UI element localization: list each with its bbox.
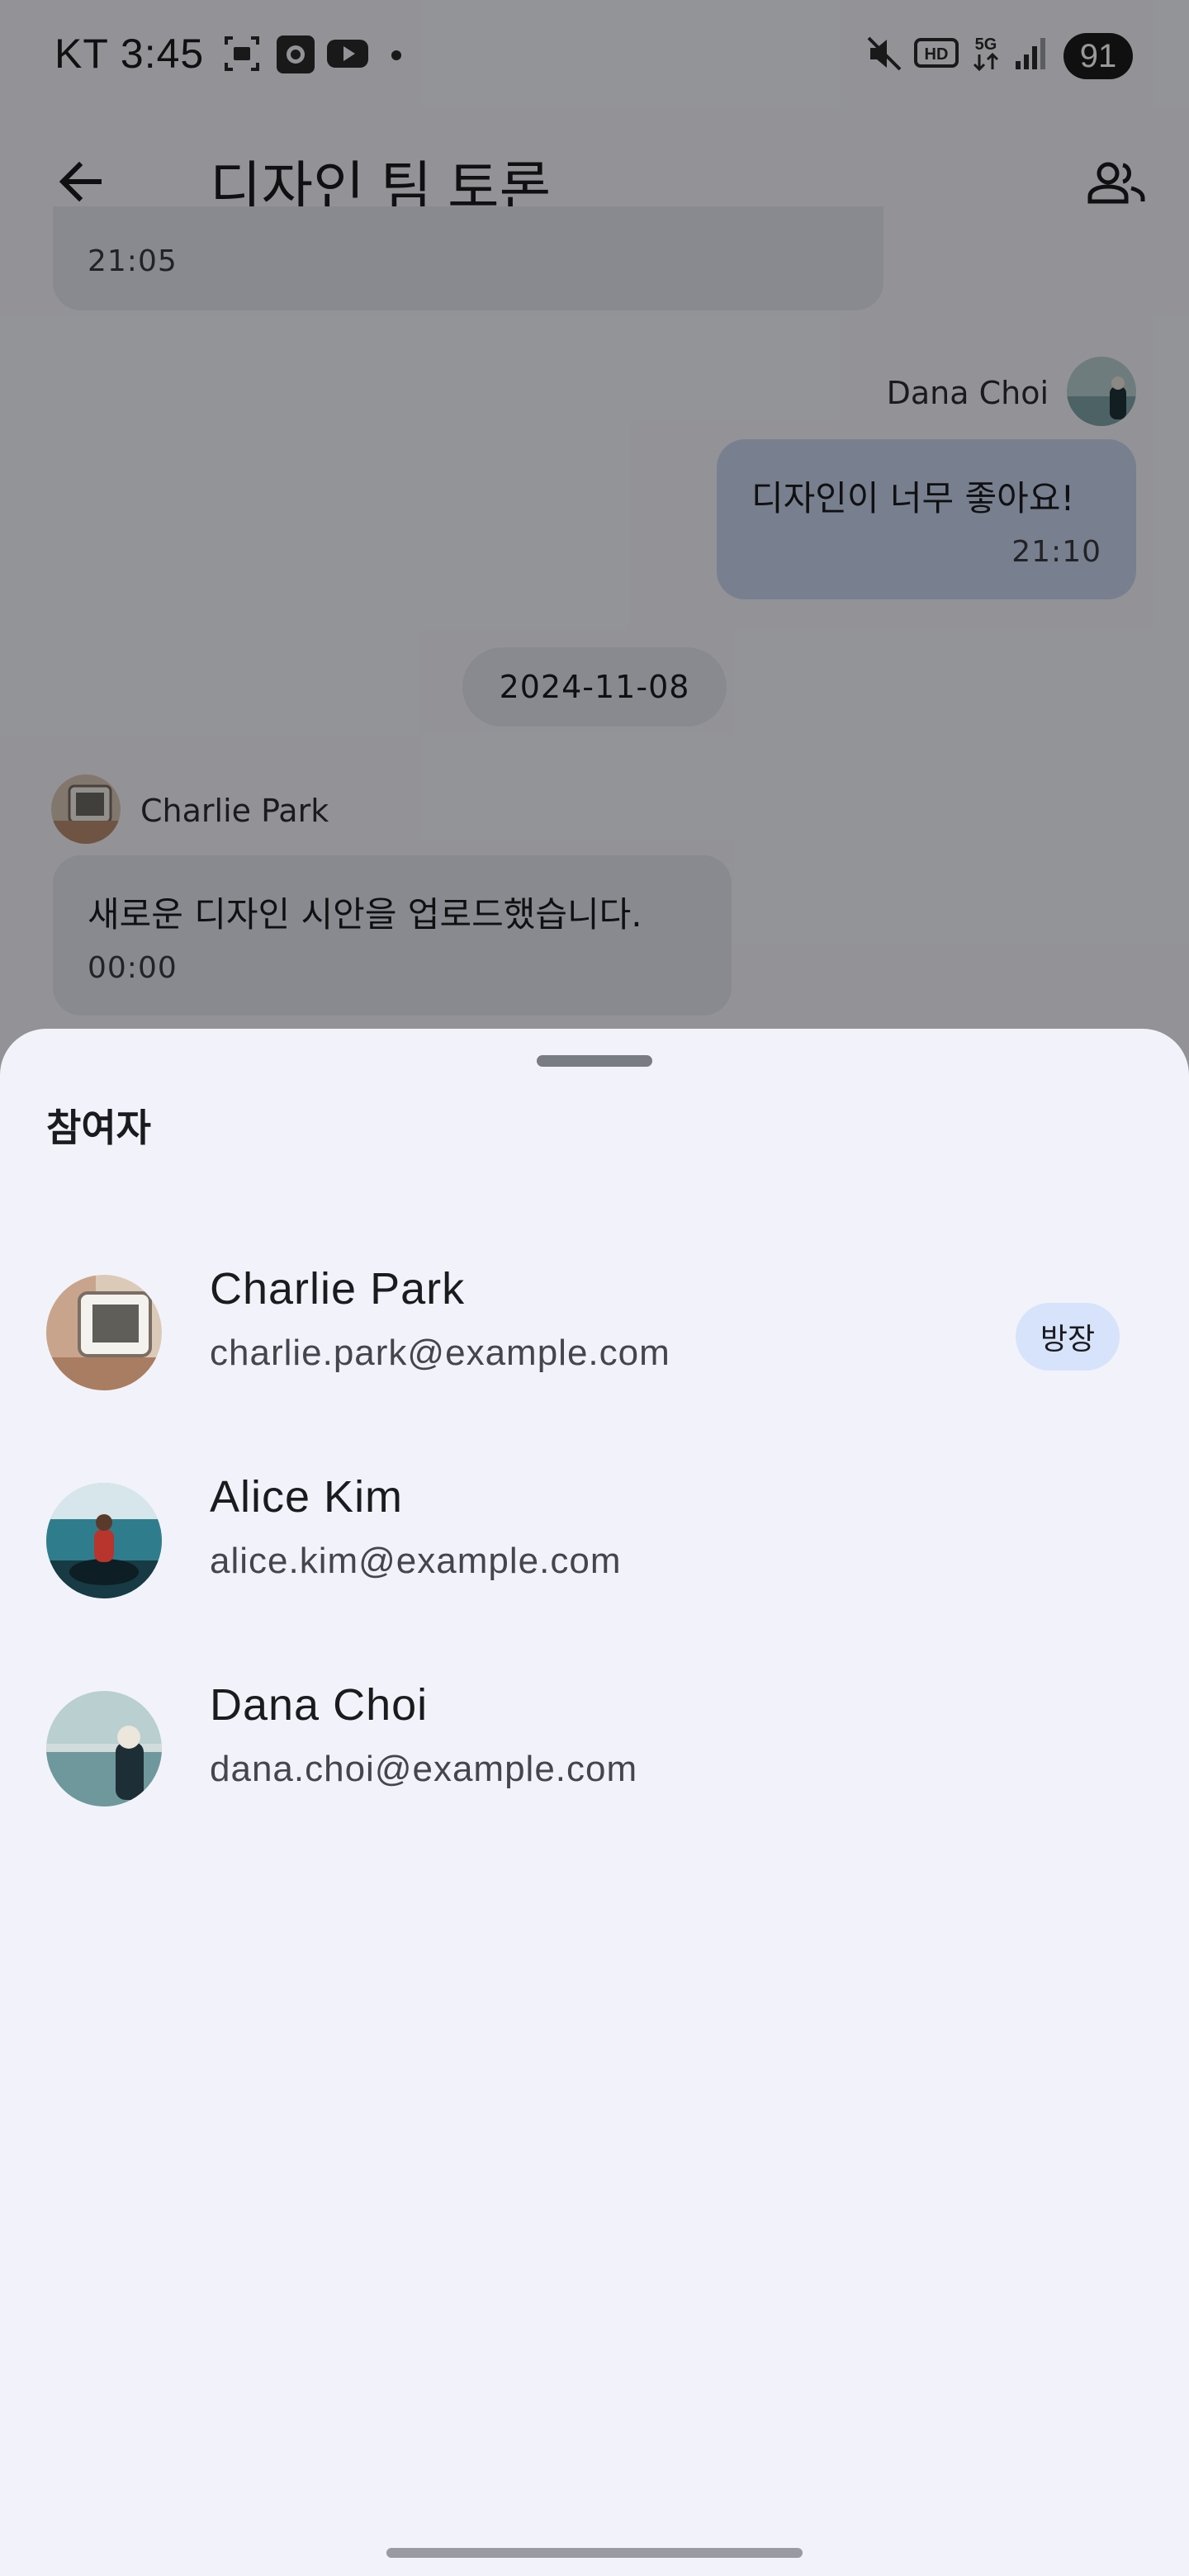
participant-email: alice.kim@example.com: [210, 1541, 622, 1581]
avatar: [46, 1483, 162, 1598]
participant-email: dana.choi@example.com: [210, 1749, 638, 1789]
participant-item-dana[interactable]: Dana Choi dana.choi@example.com: [0, 1643, 1189, 1851]
participants-sheet: 참여자 Charlie Park charlie.park@example.co…: [0, 1029, 1189, 2576]
charlie-avatar-image: [46, 1275, 162, 1390]
drag-handle[interactable]: [537, 1055, 652, 1067]
home-indicator[interactable]: [386, 2548, 803, 2558]
owner-badge: 방장: [1016, 1303, 1120, 1371]
participant-email: charlie.park@example.com: [210, 1333, 670, 1373]
participant-name: Dana Choi: [210, 1680, 429, 1730]
dana-avatar-image: [46, 1691, 162, 1807]
screen: KT 3:45 HD 5G 91 디자인 팀 토론 21:05 Dana Cho…: [0, 0, 1189, 2576]
alice-avatar-image: [46, 1483, 162, 1598]
avatar: [46, 1275, 162, 1390]
participant-item-charlie[interactable]: Charlie Park charlie.park@example.com 방장: [0, 1227, 1189, 1435]
participant-name: Charlie Park: [210, 1264, 466, 1314]
participant-name: Alice Kim: [210, 1472, 404, 1522]
participant-item-alice[interactable]: Alice Kim alice.kim@example.com: [0, 1435, 1189, 1643]
sheet-title: 참여자: [46, 1106, 151, 1150]
avatar: [46, 1691, 162, 1807]
